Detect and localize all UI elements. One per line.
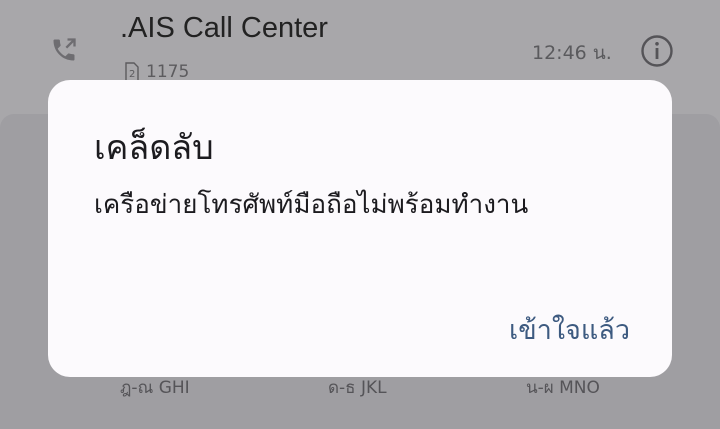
contact-name: .AIS Call Center	[120, 12, 328, 44]
info-icon[interactable]	[640, 34, 674, 68]
sim-card-icon: 2	[125, 62, 139, 82]
dialog-title: เคล็ดลับ	[94, 128, 214, 168]
sim-slot-label: 2	[129, 69, 135, 80]
dialog-message: เครือข่ายโทรศัพท์มือถือไม่พร้อมทำงาน	[94, 190, 529, 220]
phone-number: 1175	[146, 62, 190, 82]
tip-dialog: เคล็ดลับ เครือข่ายโทรศัพท์มือถือไม่พร้อม…	[48, 80, 672, 377]
dialpad-key-6-letters[interactable]: น-ผ MNO	[526, 374, 600, 401]
call-number: 2 1175	[124, 62, 189, 82]
call-time: 12:46 น.	[532, 42, 612, 64]
outgoing-call-icon	[53, 38, 76, 61]
dialpad-key-5-letters[interactable]: ด-ธ JKL	[328, 374, 387, 401]
dialpad-key-4-letters[interactable]: ฎ-ณ GHI	[120, 374, 190, 401]
got-it-button[interactable]: เข้าใจแล้ว	[507, 304, 632, 355]
